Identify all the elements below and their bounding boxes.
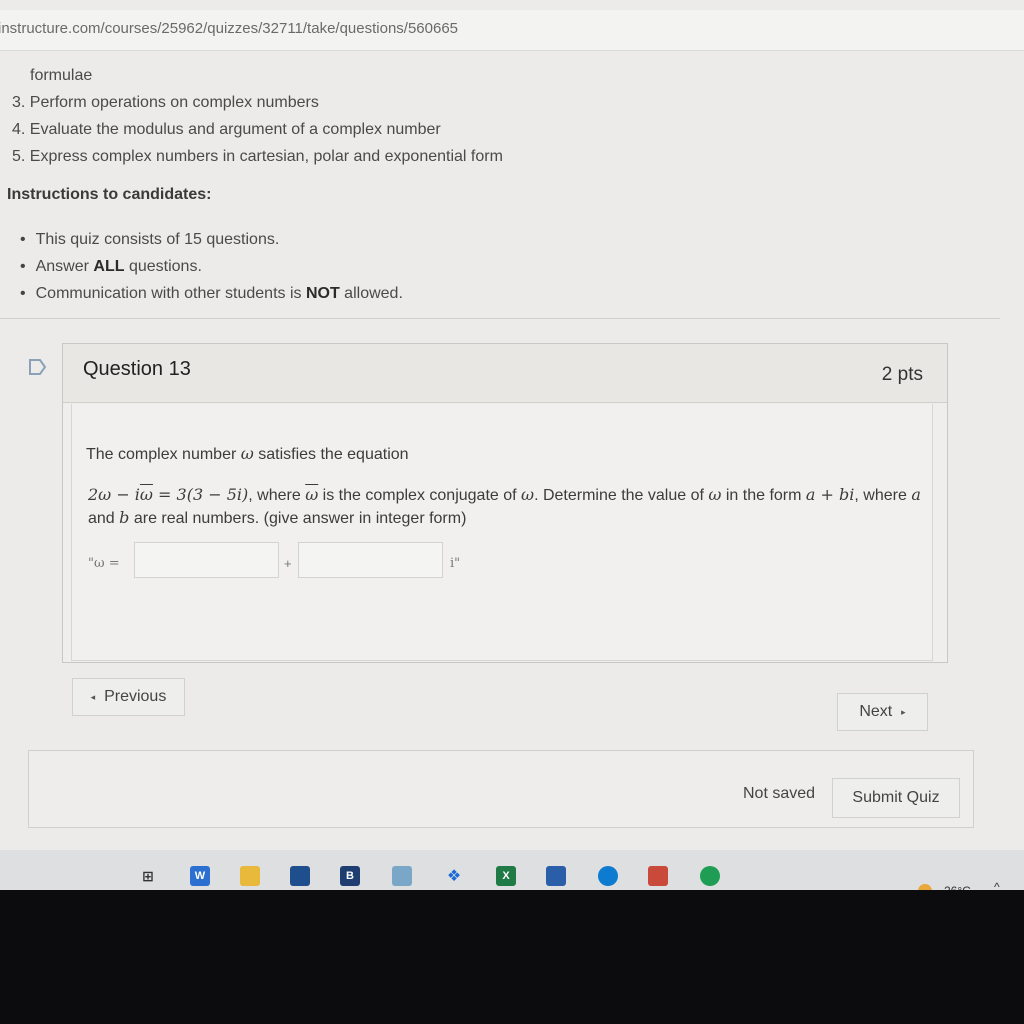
- amazon-icon[interactable]: [392, 866, 412, 886]
- dropbox-icon[interactable]: ❖: [444, 866, 464, 886]
- address-bar[interactable]: instructure.com/courses/25962/quizzes/32…: [0, 10, 1024, 51]
- save-status: Not saved: [743, 785, 816, 802]
- store-icon[interactable]: [290, 866, 310, 886]
- screen: instructure.com/courses/25962/quizzes/32…: [0, 0, 1024, 898]
- question-points: 2 pts: [881, 364, 923, 385]
- question-body: The complex number ω satisfies the equat…: [71, 404, 933, 661]
- word-icon[interactable]: W: [190, 866, 210, 886]
- submit-quiz-button[interactable]: Submit Quiz: [832, 778, 960, 818]
- left-arrow-icon: ◂: [90, 691, 96, 702]
- edge-browser-icon[interactable]: [598, 866, 618, 886]
- imaginary-part-input[interactable]: [298, 542, 443, 578]
- answer-label: "ω =: [88, 556, 120, 571]
- file-explorer-icon[interactable]: [240, 866, 260, 886]
- instructions-list: This quiz consists of 15 questions. Answ…: [20, 226, 403, 307]
- task-view-icon[interactable]: ⊞: [138, 866, 158, 886]
- bing-icon[interactable]: B: [340, 866, 360, 886]
- flag-question-icon[interactable]: [28, 358, 48, 376]
- outcome-item: 3. Perform operations on complex numbers: [12, 94, 319, 111]
- question-card: Question 13 2 pts The complex number ω s…: [62, 343, 948, 663]
- plus-sign: +: [284, 556, 292, 571]
- instruction-item: Communication with other students is NOT…: [20, 280, 403, 307]
- section-divider: [0, 318, 1000, 319]
- question-header: Question 13 2 pts: [63, 344, 947, 403]
- url-text[interactable]: instructure.com/courses/25962/quizzes/32…: [0, 20, 458, 37]
- question-equation-text: 2ω − iω = 3(3 − 5i), where ω is the comp…: [88, 485, 921, 527]
- instructions-title: Instructions to candidates:: [7, 186, 212, 203]
- chat-app-icon[interactable]: [700, 866, 720, 886]
- previous-button[interactable]: ◂ Previous: [72, 678, 185, 716]
- learning-outcomes: formulae 3. Perform operations on comple…: [12, 62, 503, 170]
- question-title: Question 13: [83, 358, 191, 380]
- instruction-item: This quiz consists of 15 questions.: [20, 226, 403, 253]
- imaginary-unit-label: i": [450, 556, 461, 571]
- next-button[interactable]: Next ▸: [837, 693, 928, 731]
- answer-row: "ω = + i": [88, 542, 888, 582]
- instruction-item: Answer ALL questions.: [20, 253, 403, 280]
- monitor-bezel: [0, 890, 1024, 1024]
- right-arrow-icon: ▸: [901, 706, 906, 717]
- question-text: The complex number ω satisfies the equat…: [86, 444, 409, 463]
- real-part-input[interactable]: [134, 542, 279, 578]
- outcome-item: 4. Evaluate the modulus and argument of …: [12, 121, 441, 138]
- mail-icon[interactable]: [546, 866, 566, 886]
- outcome-item: formulae: [30, 67, 93, 84]
- office-icon[interactable]: [648, 866, 668, 886]
- excel-icon[interactable]: X: [496, 866, 516, 886]
- outcome-item: 5. Express complex numbers in cartesian,…: [12, 148, 503, 165]
